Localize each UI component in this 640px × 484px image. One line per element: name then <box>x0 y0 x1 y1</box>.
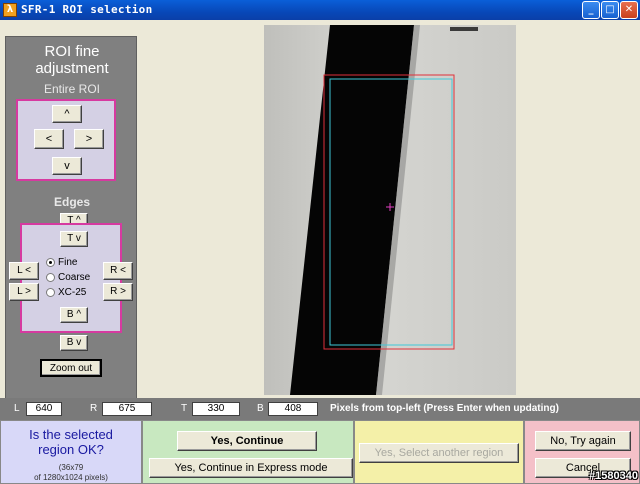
roi-title-line1: ROI fine <box>44 43 100 60</box>
roi-panel-title: ROI fine adjustment <box>6 43 138 77</box>
radio-xc25-dot[interactable] <box>46 288 55 297</box>
question-line2: region OK? <box>38 442 104 457</box>
roi-adjust-panel: ROI fine adjustment Entire ROI ^ < > v E… <box>5 36 137 408</box>
coord-r-label: R <box>90 403 98 414</box>
top-edge-down-button[interactable]: T v <box>60 231 88 247</box>
roi-right-button[interactable]: > <box>74 129 104 149</box>
client-area: ROI fine adjustment Entire ROI ^ < > v E… <box>0 20 640 408</box>
coord-t-label: T <box>181 403 188 414</box>
select-another-button[interactable]: Yes, Select another region <box>359 443 519 463</box>
right-edge-left-button[interactable]: R < <box>103 262 133 280</box>
minimize-button[interactable]: _ <box>582 1 600 19</box>
image-svg <box>290 25 478 395</box>
close-button[interactable]: ✕ <box>620 1 638 19</box>
yes-panel: Yes, Continue Yes, Continue in Express m… <box>142 420 354 484</box>
coord-r-input[interactable]: 675 <box>102 402 152 416</box>
title-bar: λ SFR-1 ROI selection _ □ ✕ <box>0 0 640 20</box>
coord-b-label: B <box>257 403 264 414</box>
radio-fine-label: Fine <box>58 257 78 268</box>
matlab-icon: λ <box>3 3 17 17</box>
roi-title-line2: adjustment <box>35 60 109 77</box>
left-edge-left-button[interactable]: L < <box>9 262 39 280</box>
roi-up-button[interactable]: ^ <box>52 105 82 123</box>
region-size-line2: of 1280x1024 pixels) <box>34 473 108 482</box>
edges-title: Edges <box>53 195 90 209</box>
coord-l-label: L <box>14 403 20 414</box>
question-panel: Is the selected region OK? (36x79 of 128… <box>0 420 142 484</box>
radio-coarse-dot[interactable] <box>46 273 55 282</box>
watermark: #1580340 <box>589 470 638 482</box>
coord-l-input[interactable]: 640 <box>26 402 62 416</box>
region-size: (36x79 of 1280x1024 pixels) <box>1 463 141 483</box>
bottom-edge-up-button[interactable]: B ^ <box>60 307 88 323</box>
roi-left-button[interactable]: < <box>34 129 64 149</box>
radio-xc25[interactable]: XC-25 <box>46 287 86 298</box>
coord-t-input[interactable]: 330 <box>192 402 240 416</box>
region-size-line1: (36x79 <box>58 463 84 472</box>
image-view[interactable] <box>264 25 516 395</box>
question-line1: Is the selected <box>29 427 113 442</box>
another-panel: Yes, Select another region <box>354 420 524 484</box>
left-edge-right-button[interactable]: L > <box>9 283 39 301</box>
radio-coarse[interactable]: Coarse <box>46 272 90 283</box>
top-mark <box>450 27 478 31</box>
roi-down-button[interactable]: v <box>52 157 82 175</box>
coord-b-input[interactable]: 408 <box>268 402 318 416</box>
confirmation-bar: Is the selected region OK? (36x79 of 128… <box>0 420 640 484</box>
radio-fine[interactable]: Fine <box>46 257 77 268</box>
maximize-button[interactable]: □ <box>601 1 619 19</box>
yes-express-button[interactable]: Yes, Continue in Express mode <box>149 458 353 478</box>
question-text: Is the selected region OK? <box>1 427 141 457</box>
coordinate-bar: L 640 R 675 T 330 B 408 Pixels from top-… <box>0 398 640 420</box>
entire-roi-box: ^ < > v <box>16 99 116 181</box>
window-title: SFR-1 ROI selection <box>21 3 153 16</box>
bottom-edge-down-button[interactable]: B v <box>60 335 88 351</box>
zoom-out-button[interactable]: Zoom out <box>40 359 102 377</box>
radio-coarse-label: Coarse <box>58 272 91 283</box>
no-try-again-button[interactable]: No, Try again <box>535 431 631 451</box>
coord-hint: Pixels from top-left (Press Enter when u… <box>330 403 559 414</box>
yes-continue-button[interactable]: Yes, Continue <box>177 431 317 451</box>
radio-fine-dot[interactable] <box>46 258 55 267</box>
right-edge-right-button[interactable]: R > <box>103 283 133 301</box>
entire-roi-title: Entire ROI <box>43 82 100 96</box>
radio-xc25-label: XC-25 <box>58 287 87 298</box>
